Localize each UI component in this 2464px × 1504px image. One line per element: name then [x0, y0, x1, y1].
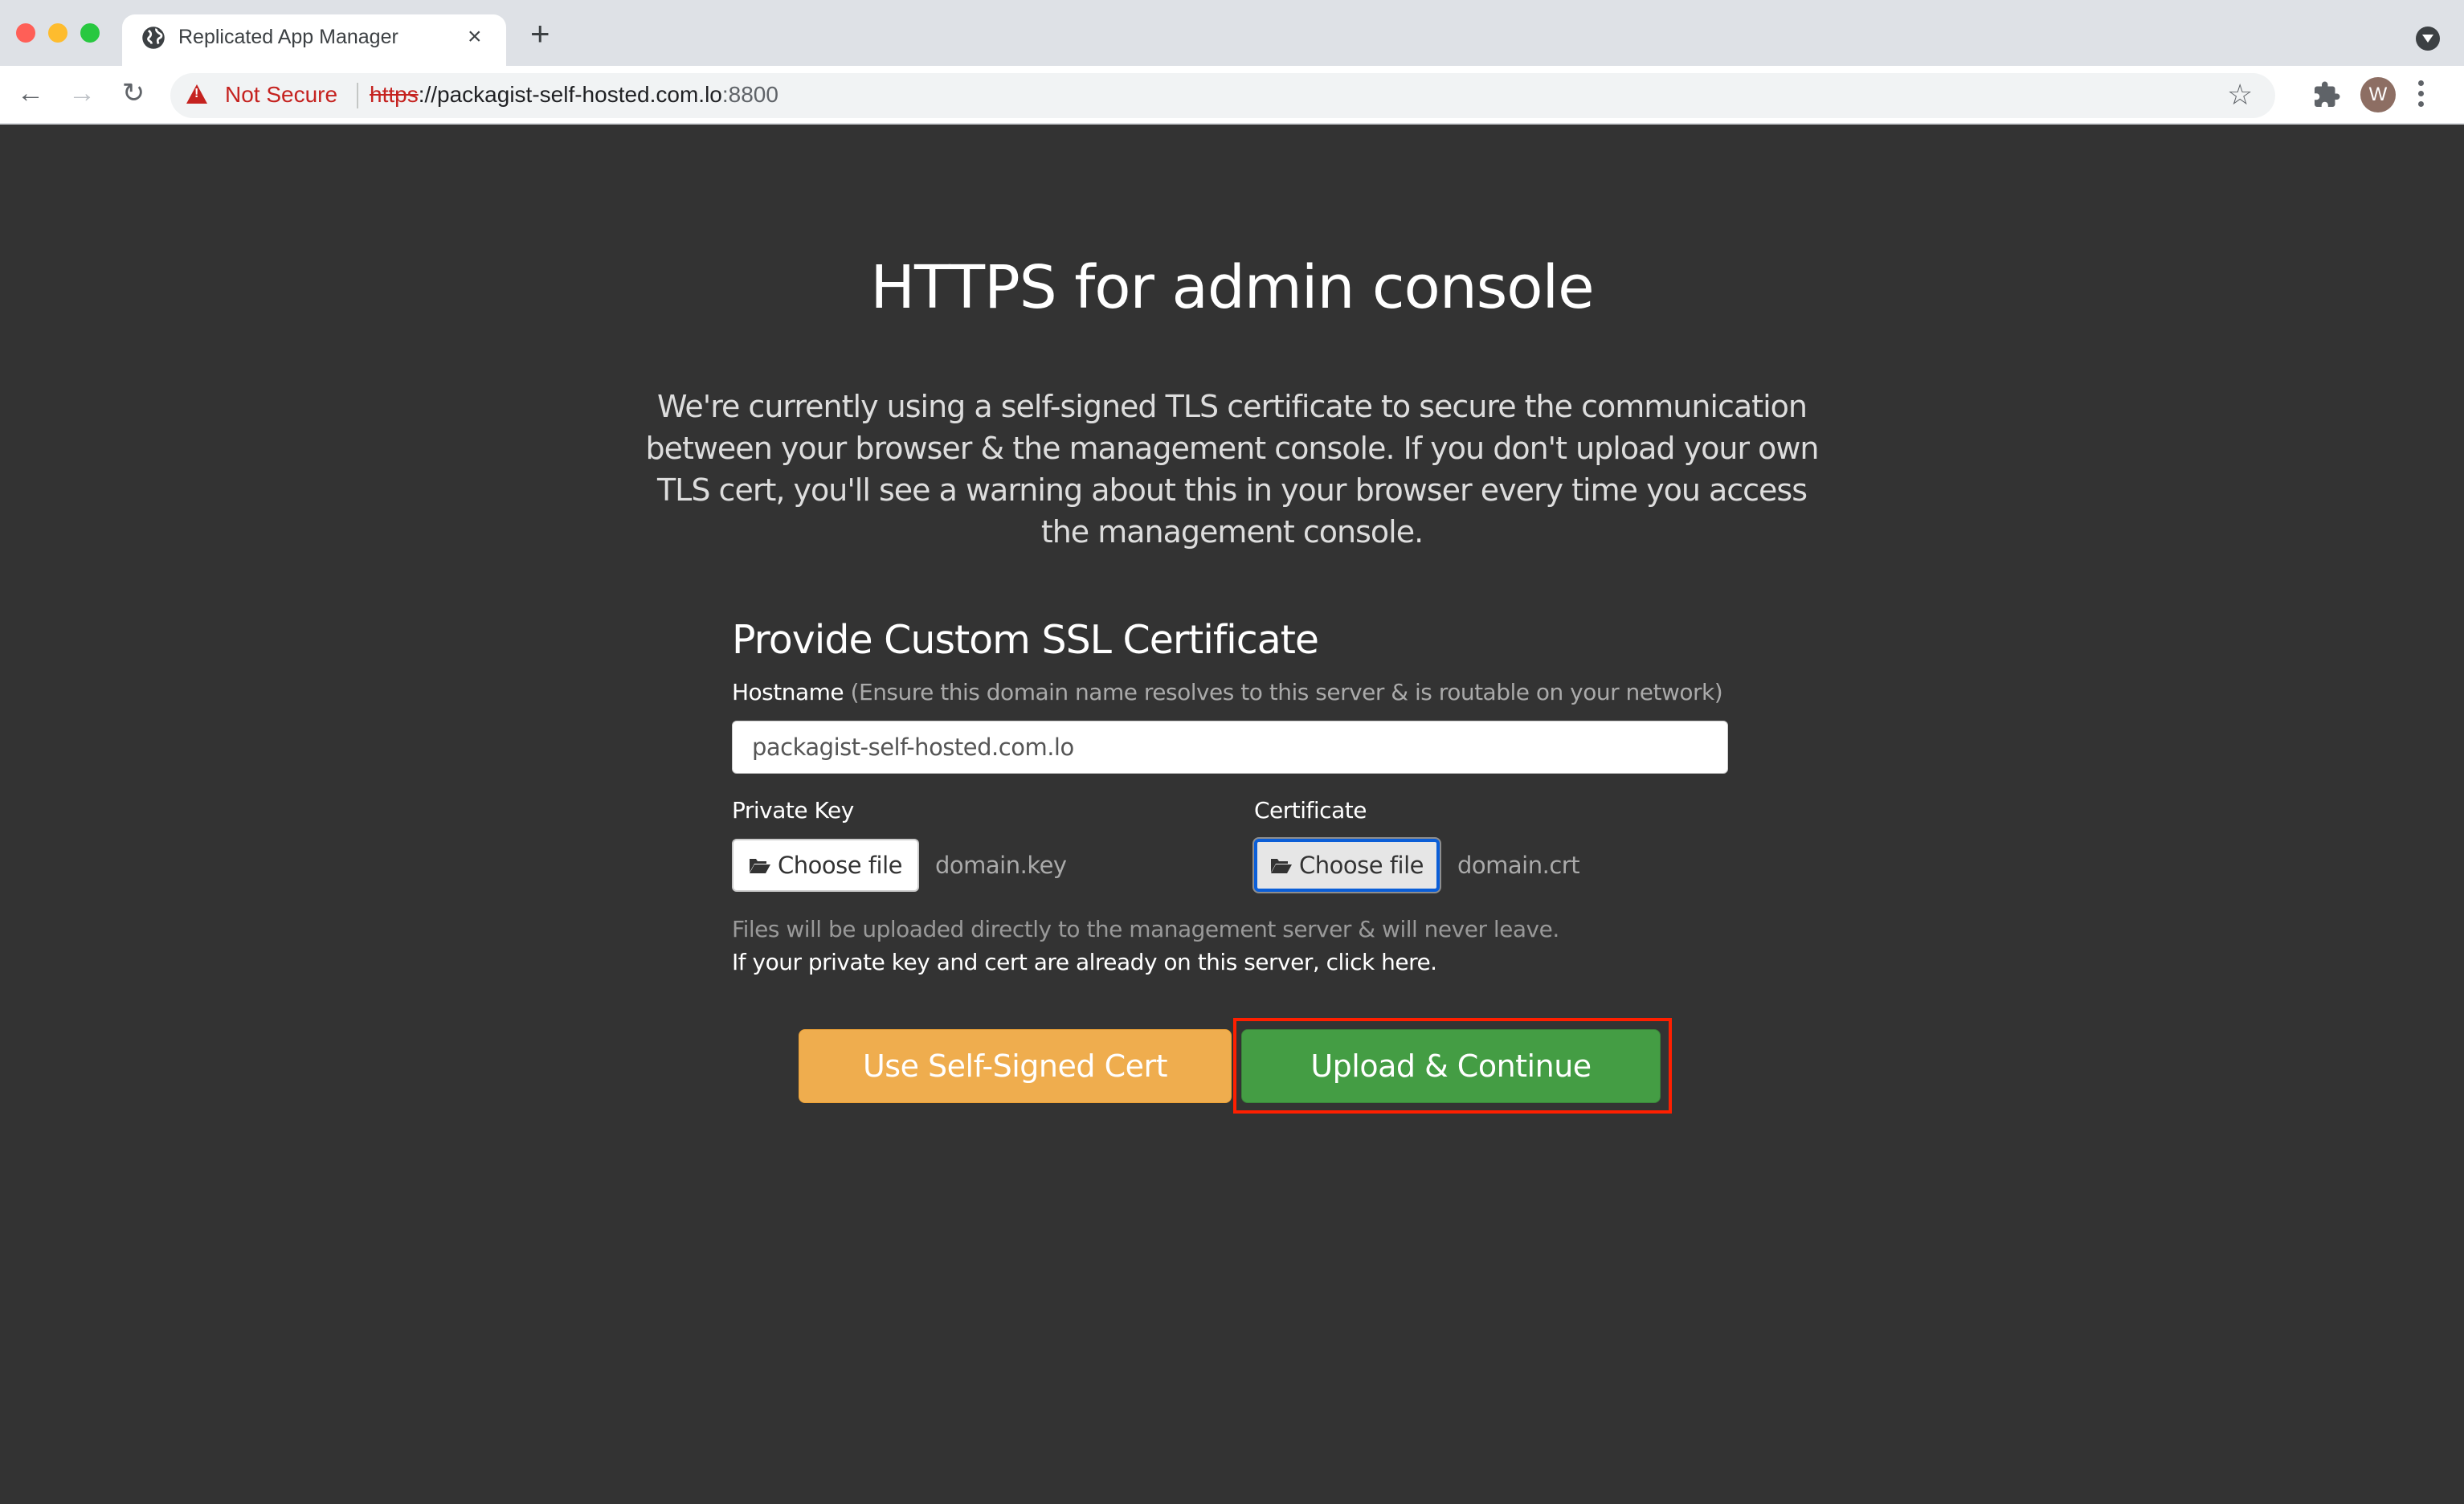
reload-icon[interactable]: ↻: [117, 77, 149, 109]
window-minimize-button[interactable]: [48, 23, 67, 43]
upload-and-continue-button[interactable]: Upload & Continue: [1241, 1029, 1661, 1103]
existing-files-link[interactable]: If your private key and cert are already…: [732, 949, 1437, 975]
bookmark-star-icon[interactable]: ☆: [2227, 78, 2253, 112]
browser-menu-icon[interactable]: [2418, 80, 2426, 112]
new-tab-button[interactable]: +: [530, 17, 550, 51]
use-self-signed-cert-button[interactable]: Use Self-Signed Cert: [799, 1029, 1232, 1103]
hostname-label-text: Hostname: [732, 679, 844, 705]
certificate-choose-file-button[interactable]: Choose file: [1254, 839, 1440, 892]
url-scheme: https: [370, 82, 419, 107]
url-port: :8800: [721, 82, 778, 107]
private-key-choose-file-button[interactable]: Choose file: [732, 839, 919, 892]
tab-title: Replicated App Manager: [178, 26, 398, 48]
page-title: HTTPS for admin console: [870, 253, 1594, 322]
tab-close-icon[interactable]: ×: [468, 22, 482, 51]
form-title: Provide Custom SSL Certificate: [732, 617, 1319, 663]
browser-tab-bar: Replicated App Manager × +: [0, 0, 2464, 66]
browser-tab[interactable]: Replicated App Manager ×: [122, 14, 506, 66]
window-maximize-button[interactable]: [80, 23, 100, 43]
tab-search-dropdown-icon[interactable]: [2416, 27, 2440, 51]
private-key-button-label: Choose file: [778, 852, 902, 879]
certificate-button-label: Choose file: [1299, 852, 1424, 879]
security-status[interactable]: Not Secure: [225, 82, 337, 108]
browser-toolbar: ← → ↻ Not Secure https://packagist-self-…: [0, 66, 2464, 125]
forward-arrow-icon[interactable]: →: [66, 77, 98, 109]
private-key-label: Private Key: [732, 797, 854, 824]
hostname-hint: (Ensure this domain name resolves to thi…: [844, 679, 1723, 705]
intro-paragraph: We're currently using a self-signed TLS …: [645, 389, 1819, 550]
hostname-input[interactable]: [732, 721, 1728, 774]
url-text[interactable]: https://packagist-self-hosted.com.lo:880…: [370, 82, 778, 108]
url-host: ://packagist-self-hosted.com.lo: [418, 82, 722, 107]
warning-triangle-icon: [186, 84, 207, 104]
omnibox-divider: [357, 83, 358, 108]
certificate-file-name: domain.crt: [1457, 852, 1580, 879]
upload-note: Files will be uploaded directly to the m…: [732, 916, 1559, 942]
folder-open-icon: [750, 859, 771, 873]
private-key-file-name: domain.key: [935, 852, 1067, 879]
globe-icon: [142, 27, 165, 49]
address-bar[interactable]: Not Secure https://packagist-self-hosted…: [170, 73, 2275, 118]
folder-open-icon: [1271, 859, 1293, 873]
window-close-button[interactable]: [16, 23, 35, 43]
certificate-label: Certificate: [1254, 797, 1367, 824]
hostname-label: Hostname (Ensure this domain name resolv…: [732, 679, 1723, 705]
profile-avatar[interactable]: W: [2360, 77, 2396, 112]
extensions-puzzle-icon[interactable]: [2312, 80, 2341, 109]
back-arrow-icon[interactable]: ←: [14, 77, 47, 109]
page-content: [0, 125, 2464, 1504]
